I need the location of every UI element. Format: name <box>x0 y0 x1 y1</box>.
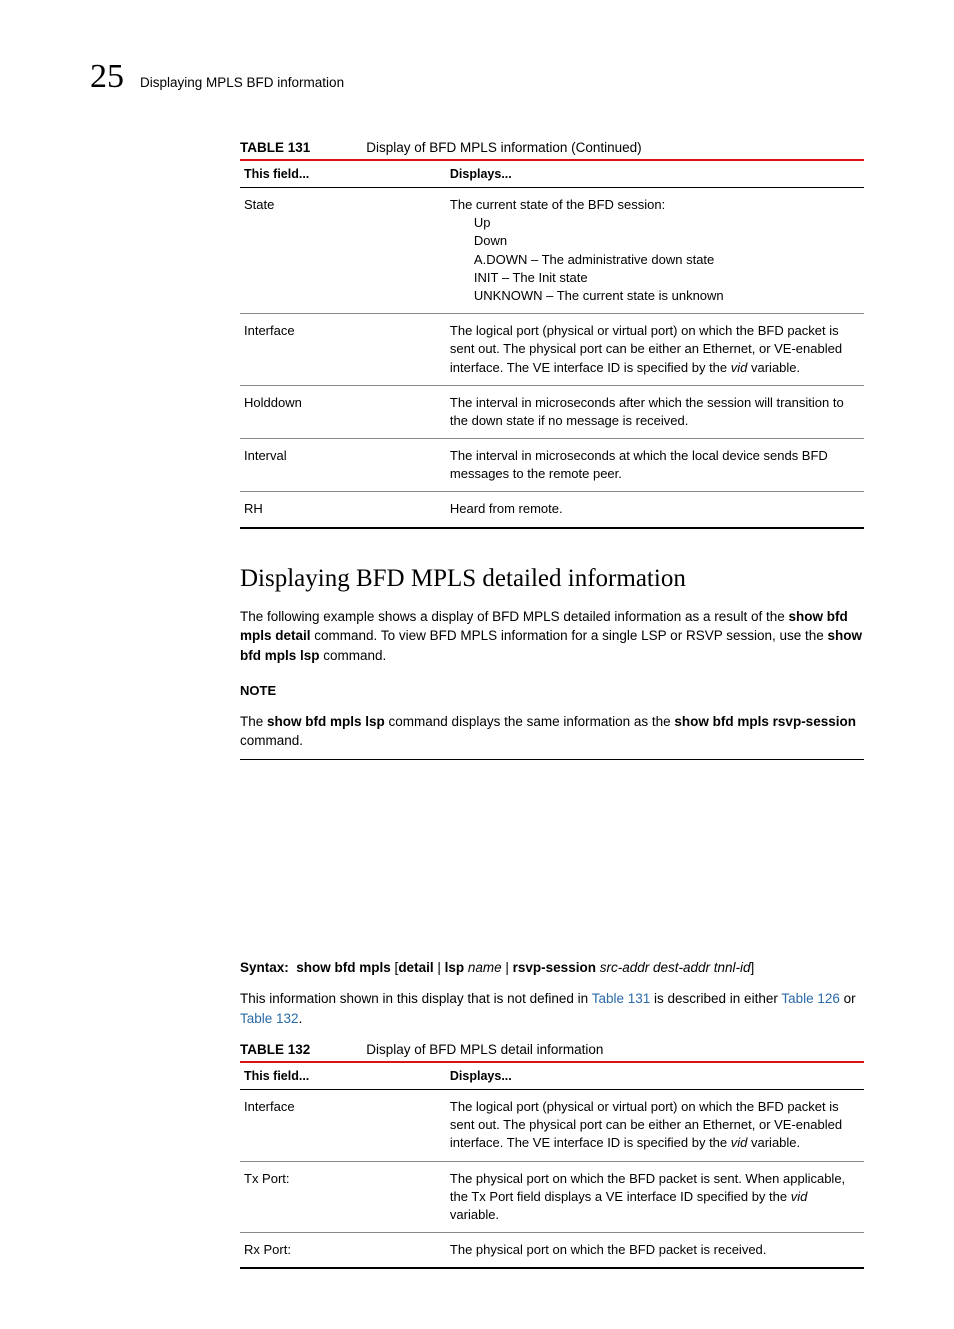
table131-head-displays: Displays... <box>446 161 864 188</box>
table-row: Tx Port: The physical port on which the … <box>240 1161 864 1233</box>
table-cell-field: RH <box>240 492 446 528</box>
text: command. <box>320 648 387 663</box>
table132-head-displays: Displays... <box>446 1063 864 1090</box>
table132-caption: TABLE 132 Display of BFD MPLS detail inf… <box>240 1042 864 1063</box>
table-row: Rx Port: The physical port on which the … <box>240 1233 864 1269</box>
text: command. <box>240 733 303 748</box>
syntax-option: rsvp-session <box>513 960 596 975</box>
table-cell-field: Interface <box>240 314 446 386</box>
syntax-line: Syntax: show bfd mpls [detail | lsp name… <box>240 960 864 975</box>
note-body: The show bfd mpls lsp command displays t… <box>240 712 864 760</box>
text: . <box>299 1011 303 1026</box>
table-row: State The current state of the BFD sessi… <box>240 188 864 314</box>
cell-text: The current state of the BFD session: <box>450 197 665 212</box>
cell-text: The physical port on which the BFD packe… <box>450 1171 845 1222</box>
table-cell-field: Rx Port: <box>240 1233 446 1269</box>
text: ] <box>751 960 755 975</box>
cell-text: The logical port (physical or virtual po… <box>450 1099 842 1150</box>
syntax-command: show bfd mpls <box>296 960 391 975</box>
section-heading: Displaying BFD MPLS detailed information <box>240 565 864 593</box>
table-cell-displays: The logical port (physical or virtual po… <box>446 314 864 386</box>
table131-label: TABLE 131 <box>240 140 310 155</box>
table-row: Holddown The interval in microseconds af… <box>240 385 864 438</box>
table-row: Interval The interval in microseconds at… <box>240 439 864 492</box>
command-text: show bfd mpls rsvp-session <box>674 714 856 729</box>
table132-label: TABLE 132 <box>240 1042 310 1057</box>
table-cell-displays: The interval in microseconds at which th… <box>446 439 864 492</box>
section-paragraph: This information shown in this display t… <box>240 989 864 1028</box>
table132-title: Display of BFD MPLS detail information <box>366 1042 603 1057</box>
table-cell-field: Tx Port: <box>240 1161 446 1233</box>
table-cell-displays: The logical port (physical or virtual po… <box>446 1090 864 1162</box>
syntax-arg: src-addr dest-addr tnnl-id <box>596 960 751 975</box>
command-text: show bfd mpls lsp <box>267 714 385 729</box>
table-cell-displays: The physical port on which the BFD packe… <box>446 1161 864 1233</box>
syntax-option: lsp <box>445 960 465 975</box>
table-row: Interface The logical port (physical or … <box>240 1090 864 1162</box>
section-paragraph: The following example shows a display of… <box>240 607 864 666</box>
table-row: RH Heard from remote. <box>240 492 864 528</box>
text: This information shown in this display t… <box>240 991 592 1006</box>
syntax-label: Syntax: <box>240 960 289 975</box>
table-cell-field: Holddown <box>240 385 446 438</box>
table-link[interactable]: Table 131 <box>592 991 651 1006</box>
text: command. To view BFD MPLS information fo… <box>311 628 828 643</box>
text: command displays the same information as… <box>385 714 675 729</box>
table-cell-displays: The physical port on which the BFD packe… <box>446 1233 864 1269</box>
text: | <box>434 960 445 975</box>
text: | <box>502 960 513 975</box>
table131-head-field: This field... <box>240 161 446 188</box>
note-label: NOTE <box>240 683 864 698</box>
cell-text: A.DOWN – The administrative down state <box>450 251 860 269</box>
table-cell-displays: The current state of the BFD session: Up… <box>446 188 864 314</box>
page-header-title: Displaying MPLS BFD information <box>140 75 344 90</box>
table-link[interactable]: Table 132 <box>240 1011 299 1026</box>
cell-text: UNKNOWN – The current state is unknown <box>450 287 860 305</box>
text: The <box>240 714 267 729</box>
table132-wrapper: TABLE 132 Display of BFD MPLS detail inf… <box>240 1042 864 1269</box>
syntax-arg: name <box>464 960 502 975</box>
cell-text: INIT – The Init state <box>450 269 860 287</box>
text: is described in either <box>650 991 781 1006</box>
table131-caption: TABLE 131 Display of BFD MPLS informatio… <box>240 140 864 161</box>
table-cell-field: State <box>240 188 446 314</box>
cell-text: Up <box>450 214 860 232</box>
text: The following example shows a display of… <box>240 609 789 624</box>
cell-text: Down <box>450 232 860 250</box>
table-cell-displays: The interval in microseconds after which… <box>446 385 864 438</box>
table132: This field... Displays... Interface The … <box>240 1063 864 1269</box>
table-row: Interface The logical port (physical or … <box>240 314 864 386</box>
cell-text: The logical port (physical or virtual po… <box>450 323 842 374</box>
text: or <box>840 991 856 1006</box>
table-link[interactable]: Table 126 <box>781 991 840 1006</box>
table132-head-field: This field... <box>240 1063 446 1090</box>
table131: This field... Displays... State The curr… <box>240 161 864 529</box>
table131-title: Display of BFD MPLS information (Continu… <box>366 140 641 155</box>
table-cell-field: Interval <box>240 439 446 492</box>
page-number: 25 <box>90 58 124 96</box>
syntax-option: detail <box>398 960 433 975</box>
table-cell-field: Interface <box>240 1090 446 1162</box>
page-header: 25 Displaying MPLS BFD information <box>90 58 864 96</box>
document-page: 25 Displaying MPLS BFD information TABLE… <box>0 0 954 1329</box>
content-area: TABLE 131 Display of BFD MPLS informatio… <box>240 140 864 1269</box>
table-cell-displays: Heard from remote. <box>446 492 864 528</box>
